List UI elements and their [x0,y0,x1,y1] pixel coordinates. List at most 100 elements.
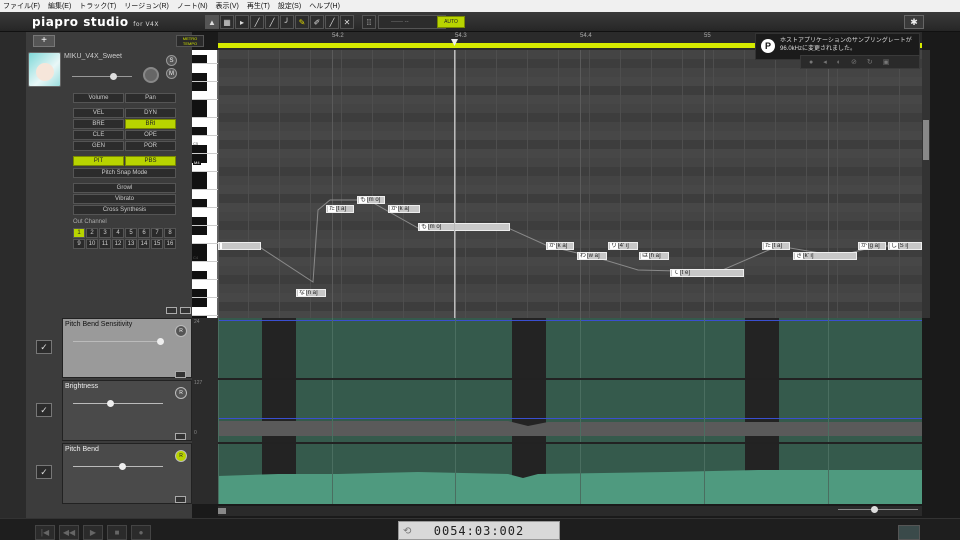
note[interactable] [218,242,261,250]
black-key[interactable] [192,244,207,253]
control-brightness[interactable]: Brightness R [62,380,192,441]
note[interactable]: な[n a] [296,289,326,297]
feature-button[interactable]: Vibrato [73,194,176,204]
pan-knob[interactable] [143,67,159,83]
note[interactable]: も[m o] [357,196,385,204]
add-track-button[interactable]: + [33,35,55,47]
piano-keyboard[interactable]: C5 M4 C4 [192,50,218,325]
quantize-select[interactable]: ------ -- [378,15,446,29]
black-key[interactable] [192,226,207,235]
channel-button[interactable]: 16 [164,239,176,249]
scroll-thumb[interactable] [923,120,929,160]
note[interactable]: わ[w a] [577,252,607,260]
pit-slider[interactable] [73,463,163,470]
channel-button[interactable]: 9 [73,239,85,249]
horizontal-scrollbar[interactable] [218,506,922,516]
auto-button[interactable]: AUTO [437,16,465,28]
control-checkbox-pbs[interactable]: ✓ [36,340,52,354]
channel-button[interactable]: 10 [86,239,98,249]
slider-thumb[interactable] [119,463,126,470]
collapse-control-button[interactable] [175,371,186,378]
expand-button[interactable] [180,307,191,314]
reset-knob[interactable]: R [175,450,187,462]
menu-item[interactable]: ファイル(F) [3,1,40,11]
metronome-tempo-button[interactable]: METRO TEMPO [176,35,204,47]
slider-thumb[interactable] [107,400,114,407]
channel-button[interactable]: 7 [151,228,163,238]
menu-item[interactable]: 編集(E) [48,1,71,11]
channel-button[interactable]: 13 [125,239,137,249]
transport-button[interactable]: ■ [107,525,127,540]
feature-button[interactable]: Cross Synthesis [73,205,176,215]
channel-button[interactable]: 8 [164,228,176,238]
param-button[interactable]: BRI [125,119,176,129]
black-key[interactable] [192,172,207,181]
collapse-control-button[interactable] [175,433,186,440]
note[interactable]: て[t e] [670,269,744,277]
param-button[interactable]: Pan [125,93,176,103]
tool-button[interactable]: ▦ [220,15,234,29]
note[interactable]: も[m o] [418,223,510,231]
zoom-thumb[interactable] [871,506,878,513]
solo-button[interactable]: S [166,55,177,66]
piano-roll[interactable]: も[m o] た[t a] か[k a] も[m o] か[k a] り[4' i] わ[w… [218,50,922,318]
param-button[interactable]: GEN [73,141,124,151]
note[interactable]: た[t a] [762,242,790,250]
control-editor[interactable] [218,318,922,504]
vertical-scrollbar[interactable] [922,50,930,318]
channel-button[interactable]: 5 [125,228,137,238]
fx-icon[interactable]: ▣ [883,58,890,66]
param-button[interactable]: POR [125,141,176,151]
bri-slider[interactable] [73,400,163,407]
tool-button[interactable]: ✐ [310,15,324,29]
loop-icon[interactable]: ⟲ [403,526,412,537]
channel-button[interactable]: 4 [112,228,124,238]
loop-icon[interactable]: ↻ [867,58,873,66]
note[interactable]: が[g a] [858,242,886,250]
menu-item[interactable]: 表示(V) [216,1,239,11]
mute-icon[interactable]: ⊘ [851,58,857,66]
singer-avatar[interactable] [28,52,61,87]
collapse-button[interactable] [166,307,177,314]
tool-button[interactable]: ╱ [325,15,339,29]
menu-item[interactable]: 再生(T) [247,1,270,11]
note[interactable]: き[k' i] [793,252,857,260]
scroll-left-icon[interactable] [218,508,226,514]
param-button[interactable]: PBS [125,156,176,166]
control-checkbox-bri[interactable]: ✓ [36,403,52,417]
param-button[interactable]: OPE [125,130,176,140]
menu-item[interactable]: リージョン(R) [124,1,169,11]
param-button[interactable]: Volume [73,93,124,103]
tool-button[interactable]: ✎ [295,15,309,29]
collapse-control-button[interactable] [175,496,186,503]
rewind-icon[interactable]: ◂ [823,58,827,66]
black-key[interactable] [192,298,207,307]
slider-thumb[interactable] [110,73,117,80]
reset-knob[interactable]: R [175,387,187,399]
tool-button[interactable]: ╯ [280,15,294,29]
mixer-button[interactable] [898,525,920,540]
channel-button[interactable]: 2 [86,228,98,238]
param-button[interactable]: DYN [125,108,176,118]
feature-button[interactable]: Growl [73,183,176,193]
channel-button[interactable]: 6 [138,228,150,238]
note[interactable]: か[k a] [388,205,420,213]
menu-item[interactable]: ヘルプ(H) [309,1,340,11]
control-pitch-bend[interactable]: Pitch Bend R [62,443,192,504]
control-checkbox-pit[interactable]: ✓ [36,465,52,479]
menu-item[interactable]: トラック(T) [79,1,116,11]
note[interactable]: り[4' i] [608,242,638,250]
tool-button[interactable]: ▸ [235,15,249,29]
param-button[interactable]: VEL [73,108,124,118]
channel-button[interactable]: 14 [138,239,150,249]
feature-button[interactable]: Pitch Snap Mode [73,168,176,178]
param-button[interactable]: BRE [73,119,124,129]
track-volume-slider[interactable] [72,73,132,80]
black-key[interactable] [192,82,207,91]
control-pitch-bend-sensitivity[interactable]: Pitch Bend Sensitivity R [62,318,192,378]
tool-button[interactable]: ▲ [205,15,219,29]
reset-knob[interactable]: R [175,325,187,337]
gear-icon[interactable]: ✱ [904,15,924,29]
channel-button[interactable]: 1 [73,228,85,238]
note[interactable]: か[k a] [546,242,574,250]
